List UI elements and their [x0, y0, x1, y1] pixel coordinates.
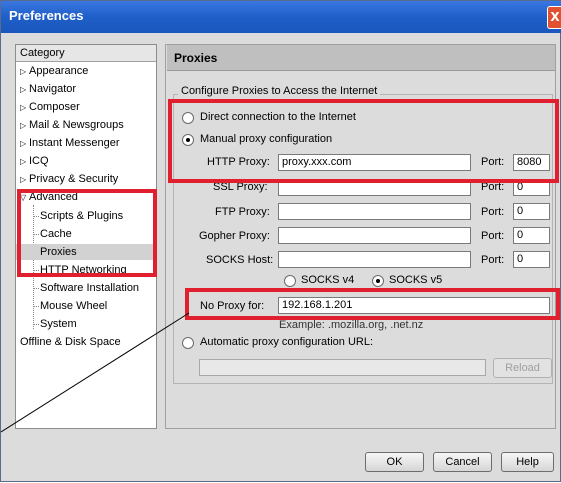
category-item-mouse-wheel[interactable]: Mouse Wheel — [40, 298, 107, 314]
category-item-mail-newsgroups[interactable]: ▷ Mail & Newsgroups — [20, 117, 124, 133]
category-item-instant-messenger[interactable]: ▷ Instant Messenger — [20, 135, 120, 151]
socks-v4-label[interactable]: SOCKS v4 — [301, 274, 354, 286]
highlight-box-proxy-settings — [168, 99, 559, 183]
ftp-port-label: Port: — [481, 206, 505, 218]
ftp-proxy-input[interactable] — [278, 203, 471, 220]
gopher-proxy-label: Gopher Proxy: — [199, 230, 270, 242]
socks-v5-label[interactable]: SOCKS v5 — [389, 274, 442, 286]
tree-branch-line — [33, 306, 39, 307]
highlight-box-no-proxy — [185, 288, 560, 320]
gopher-port-label: Port: — [481, 230, 505, 242]
help-button[interactable]: Help — [501, 452, 554, 472]
tree-branch-line — [33, 324, 39, 325]
collapsed-arrow-icon[interactable]: ▷ — [20, 154, 29, 170]
panel-title: Proxies — [174, 51, 218, 65]
collapsed-arrow-icon[interactable]: ▷ — [20, 100, 29, 116]
auto-config-label[interactable]: Automatic proxy configuration URL: — [200, 336, 373, 348]
tree-branch-line — [33, 288, 39, 289]
title-bar[interactable]: Preferences X — [1, 1, 561, 33]
category-item-software-installation[interactable]: Software Installation — [40, 280, 139, 296]
ftp-proxy-label: FTP Proxy: — [215, 206, 270, 218]
category-item-privacy-security[interactable]: ▷ Privacy & Security — [20, 171, 118, 187]
collapsed-arrow-icon[interactable]: ▷ — [20, 118, 29, 134]
reload-button[interactable]: Reload — [493, 358, 552, 378]
category-item-appearance[interactable]: ▷ Appearance — [20, 63, 88, 79]
collapsed-arrow-icon[interactable]: ▷ — [20, 64, 29, 80]
category-item-composer[interactable]: ▷ Composer — [20, 99, 80, 115]
auto-config-radio[interactable] — [182, 337, 194, 349]
ok-button[interactable]: OK — [365, 452, 424, 472]
highlight-box-advanced-category — [17, 189, 157, 277]
category-item-offline-disk-space[interactable]: Offline & Disk Space — [20, 334, 121, 350]
cancel-button[interactable]: Cancel — [433, 452, 492, 472]
gopher-proxy-input[interactable] — [278, 227, 471, 244]
collapsed-arrow-icon[interactable]: ▷ — [20, 172, 29, 188]
ftp-port-input[interactable]: 0 — [513, 203, 550, 220]
socks-v5-radio[interactable] — [372, 275, 384, 287]
category-item-icq[interactable]: ▷ ICQ — [20, 153, 49, 169]
gopher-port-input[interactable]: 0 — [513, 227, 550, 244]
window-title: Preferences — [9, 8, 84, 23]
socks-host-label: SOCKS Host: — [206, 254, 274, 266]
socks-v4-radio[interactable] — [284, 275, 296, 287]
socks-port-label: Port: — [481, 254, 505, 266]
preferences-window: Preferences X Category ▷ Appearance ▷ Navi… — [0, 0, 561, 482]
socks-host-input[interactable] — [278, 251, 471, 268]
collapsed-arrow-icon[interactable]: ▷ — [20, 136, 29, 152]
close-button[interactable]: X — [547, 6, 561, 29]
no-proxy-example: Example: .mozilla.org, .net.nz — [279, 319, 424, 331]
socks-port-input[interactable]: 0 — [513, 251, 550, 268]
groupbox-label: Configure Proxies to Access the Internet — [178, 85, 381, 97]
auto-config-url-input[interactable] — [199, 359, 486, 376]
category-item-navigator[interactable]: ▷ Navigator — [20, 81, 76, 97]
category-item-system[interactable]: System — [40, 316, 77, 332]
panel-header: Proxies — [167, 45, 555, 71]
collapsed-arrow-icon[interactable]: ▷ — [20, 82, 29, 98]
category-header[interactable]: Category — [16, 45, 156, 62]
